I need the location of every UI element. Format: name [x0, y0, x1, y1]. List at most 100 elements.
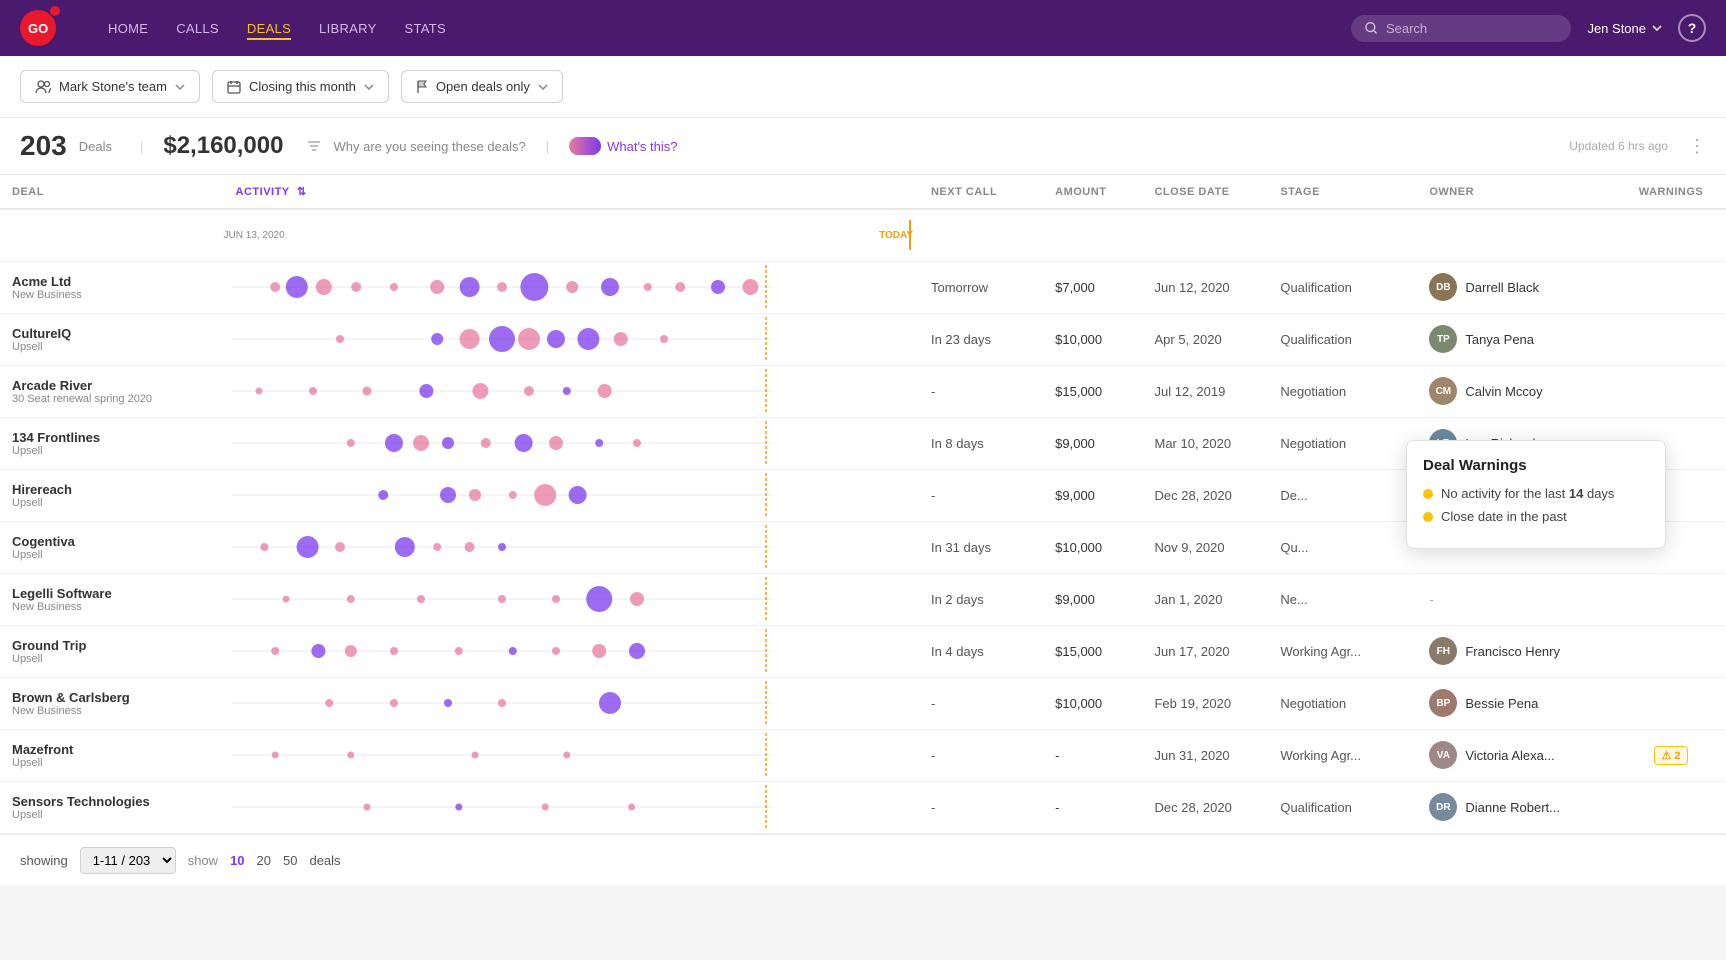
page-range-select[interactable]: 1-11 / 203 [80, 847, 176, 874]
deal-type: Upsell [12, 653, 212, 665]
date-bar-cell: JUN 13, 2020 TODAY [224, 209, 919, 261]
whats-this-btn[interactable]: What's this? [569, 137, 677, 155]
next-call-cell: - [919, 365, 1043, 417]
activity-cell[interactable] [224, 677, 919, 729]
owner-cell: DB Darrell Black [1429, 273, 1604, 301]
user-menu[interactable]: Jen Stone [1587, 21, 1662, 36]
chevron-down-icon [538, 84, 548, 90]
table-row[interactable]: Acme Ltd New Business Tomorrow $7,000 Ju… [0, 261, 1726, 313]
next-call-cell: In 23 days [919, 313, 1043, 365]
total-amount: $2,160,000 [163, 132, 283, 160]
stage-cell: Negotiation [1268, 677, 1417, 729]
search-input[interactable] [1386, 21, 1558, 36]
nav-calls[interactable]: CALLS [176, 17, 219, 40]
amount-cell: $15,000 [1043, 625, 1142, 677]
nav-library[interactable]: LIBRARY [319, 17, 377, 40]
nav-stats[interactable]: STATS [405, 17, 446, 40]
stage-cell: Working Agr... [1268, 625, 1417, 677]
avatar: CM [1429, 377, 1457, 405]
search-box[interactable] [1351, 15, 1571, 42]
activity-cell[interactable] [224, 469, 919, 521]
user-name: Jen Stone [1587, 21, 1646, 36]
date-filter[interactable]: Closing this month [212, 70, 389, 103]
table-row[interactable]: Sensors Technologies Upsell - - Dec 28, … [0, 781, 1726, 833]
page-50-btn[interactable]: 50 [283, 853, 297, 868]
activity-cell[interactable] [224, 625, 919, 677]
why-text[interactable]: Why are you seeing these deals? [333, 139, 525, 154]
table-row[interactable]: Arcade River 30 Seat renewal spring 2020… [0, 365, 1726, 417]
activity-cell[interactable] [224, 313, 919, 365]
table-row[interactable]: Brown & Carlsberg New Business - $10,000… [0, 677, 1726, 729]
deal-type: Upsell [12, 341, 212, 353]
col-header-closedate[interactable]: CLOSE DATE [1142, 175, 1268, 209]
activity-cell[interactable] [224, 729, 919, 781]
next-call-cell: In 8 days [919, 417, 1043, 469]
help-button[interactable]: ? [1678, 14, 1706, 42]
nav-deals[interactable]: DEALS [247, 17, 291, 40]
col-header-owner[interactable]: OWNER [1417, 175, 1616, 209]
activity-cell[interactable] [224, 365, 919, 417]
activity-cell[interactable] [224, 521, 919, 573]
nav-links: HOME CALLS DEALS LIBRARY STATS [108, 17, 1319, 40]
deal-type: Upsell [12, 445, 212, 457]
show-label: show [188, 853, 218, 868]
avatar: FH [1429, 637, 1457, 665]
next-call-cell: - [919, 469, 1043, 521]
stage-cell: Qu... [1268, 521, 1417, 573]
col-header-deal[interactable]: DEAL [0, 175, 224, 209]
col-header-stage[interactable]: STAGE [1268, 175, 1417, 209]
status-filter[interactable]: Open deals only [401, 70, 563, 103]
col-header-amount[interactable]: AMOUNT [1043, 175, 1142, 209]
owner-cell: DR Dianne Robert... [1429, 793, 1604, 821]
deal-cell: CultureIQ Upsell [0, 313, 224, 365]
page-20-btn[interactable]: 20 [257, 853, 271, 868]
close-date-cell: Jan 1, 2020 [1142, 573, 1268, 625]
whats-this-label: What's this? [607, 139, 677, 154]
warning-dot-2 [1423, 512, 1433, 522]
col-header-activity[interactable]: ACTIVITY ⇅ [224, 175, 919, 209]
close-date-cell: Jun 31, 2020 [1142, 729, 1268, 781]
next-call-cell: Tomorrow [919, 261, 1043, 313]
table-row[interactable]: Legelli Software New Business In 2 days … [0, 573, 1726, 625]
date-header-row: JUN 13, 2020 TODAY [0, 209, 1726, 261]
owner-column-cell: - [1417, 573, 1616, 625]
more-options-button[interactable]: ⋮ [1688, 136, 1706, 157]
team-filter[interactable]: Mark Stone's team [20, 70, 200, 103]
deal-label: Deals [79, 139, 112, 154]
deal-name: Arcade River [12, 378, 212, 393]
logo[interactable]: GONG [20, 10, 56, 46]
chevron-down-icon [175, 84, 185, 90]
activity-cell[interactable] [224, 261, 919, 313]
amount-cell: - [1043, 781, 1142, 833]
activity-cell[interactable] [224, 573, 919, 625]
table-row[interactable]: CultureIQ Upsell In 23 days $10,000 Apr … [0, 313, 1726, 365]
close-date-cell: Jul 12, 2019 [1142, 365, 1268, 417]
avatar: VA [1429, 741, 1457, 769]
today-label: TODAY [879, 230, 913, 241]
table-row[interactable]: Ground Trip Upsell In 4 days $15,000 Jun… [0, 625, 1726, 677]
activity-cell[interactable] [224, 417, 919, 469]
activity-cell[interactable] [224, 781, 919, 833]
deal-cell: Cogentiva Upsell [0, 521, 224, 573]
deal-type: Upsell [12, 757, 212, 769]
warnings-cell: ⚠ 2 [1616, 729, 1726, 781]
close-date-cell: Jun 12, 2020 [1142, 261, 1268, 313]
next-call-cell: - [919, 677, 1043, 729]
next-call-cell: - [919, 729, 1043, 781]
col-header-warnings[interactable]: WARNINGS [1616, 175, 1726, 209]
deal-name: Acme Ltd [12, 274, 212, 289]
page-10-btn[interactable]: 10 [230, 853, 244, 868]
deal-name: Hirereach [12, 482, 212, 497]
deal-cell: 134 Frontlines Upsell [0, 417, 224, 469]
deal-name: CultureIQ [12, 326, 212, 341]
deal-name: Cogentiva [12, 534, 212, 549]
tooltip-item-2: Close date in the past [1423, 509, 1649, 524]
nav-home[interactable]: HOME [108, 17, 148, 40]
owner-column-cell: TP Tanya Pena [1417, 313, 1616, 365]
deal-name: Ground Trip [12, 638, 212, 653]
next-call-cell: In 31 days [919, 521, 1043, 573]
table-row[interactable]: Mazefront Upsell - - Jun 31, 2020 Workin… [0, 729, 1726, 781]
col-header-nextcall[interactable]: NEXT CALL [919, 175, 1043, 209]
chevron-down-icon [364, 84, 374, 90]
owner-column-cell: DB Darrell Black [1417, 261, 1616, 313]
